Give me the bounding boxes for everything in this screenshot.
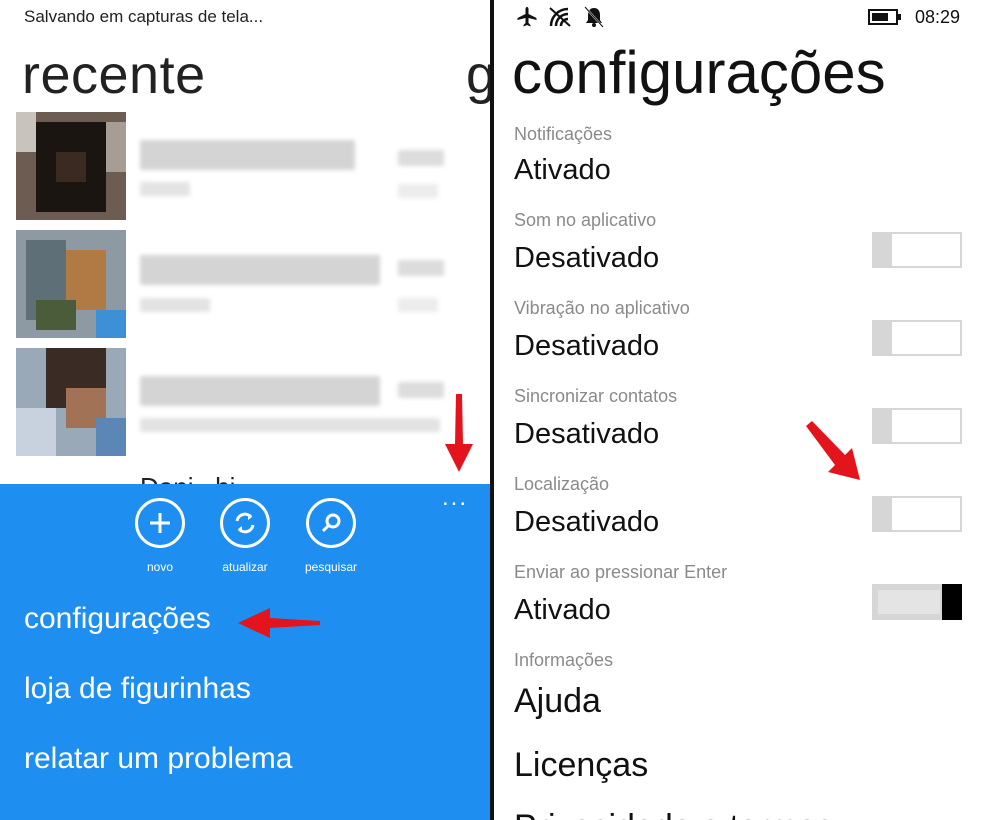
search-button[interactable]: pesquisar [291, 498, 371, 574]
setting-value-app-sound: Desativado [514, 242, 660, 274]
app-bar: ... novo atualizar pesquisar configuraçõ… [0, 484, 490, 820]
status-bar: 08:29 [494, 0, 984, 34]
new-button[interactable]: novo [120, 498, 200, 574]
setting-label-sync-contacts: Sincronizar contatos [514, 386, 678, 406]
enter-to-send-toggle[interactable] [872, 584, 962, 620]
clock: 08:29 [914, 7, 960, 27]
chat-row[interactable] [0, 112, 490, 230]
toggle-thumb [872, 408, 892, 444]
location-toggle[interactable] [872, 496, 962, 532]
setting-value-app-vibration: Desativado [514, 330, 660, 362]
menu-item-sticker-store[interactable]: loja de figurinhas [24, 672, 251, 706]
toggle-fill [878, 590, 940, 614]
licenses-link[interactable]: Licenças [514, 746, 648, 785]
annotation-arrow-diagonal-icon [806, 421, 860, 480]
setting-value-sync-contacts: Desativado [514, 418, 660, 450]
setting-value-enter-to-send: Ativado [514, 594, 611, 626]
page-title[interactable]: recente [22, 44, 206, 106]
annotation-arrow-down-icon [445, 394, 473, 472]
avatar [16, 230, 126, 338]
more-options-button[interactable]: ... [442, 486, 468, 510]
setting-label-notifications: Notificações [514, 124, 613, 144]
setting-label-app-vibration: Vibração no aplicativo [514, 298, 690, 318]
setting-value-location: Desativado [514, 506, 660, 538]
wifi-icon [549, 7, 571, 27]
toggle-thumb [872, 232, 892, 268]
help-link[interactable]: Ajuda [514, 682, 601, 721]
right-screen: 08:29 configurações Notificações Ativado… [494, 0, 984, 820]
refresh-icon [220, 498, 270, 548]
menu-item-report-problem[interactable]: relatar um problema [24, 742, 292, 776]
sync-contacts-toggle[interactable] [872, 408, 962, 444]
status-message: Salvando em capturas de tela... [24, 7, 264, 26]
plus-icon [135, 498, 185, 548]
bell-silent-icon [584, 6, 604, 28]
chat-list [0, 112, 490, 466]
setting-label-enter-to-send: Enviar ao pressionar Enter [514, 562, 728, 582]
search-icon [306, 498, 356, 548]
avatar [16, 348, 126, 456]
annotation-arrow-left-icon [238, 608, 320, 638]
avatar [16, 112, 126, 220]
section-label-info: Informações [514, 650, 614, 670]
setting-value-notifications[interactable]: Ativado [514, 154, 611, 187]
new-button-label: novo [146, 560, 174, 574]
privacy-terms-link[interactable]: Privacidade e termos [514, 808, 833, 820]
app-vibration-toggle[interactable] [872, 320, 962, 356]
menu-item-settings[interactable]: configurações [24, 602, 211, 636]
refresh-button-label: atualizar [222, 560, 268, 574]
airplane-mode-icon [517, 7, 537, 27]
setting-label-location: Localização [514, 474, 610, 494]
battery-icon [868, 9, 901, 25]
refresh-button[interactable]: atualizar [205, 498, 285, 574]
page-title: configurações [512, 39, 886, 106]
toggle-thumb [872, 496, 892, 532]
left-screen: Salvando em capturas de tela... recente … [0, 0, 490, 820]
toggle-thumb [942, 584, 962, 620]
next-pivot-peek[interactable]: g [466, 44, 490, 106]
chat-row[interactable] [0, 348, 490, 466]
setting-label-app-sound: Som no aplicativo [514, 210, 657, 230]
chat-row[interactable] [0, 230, 490, 348]
app-sound-toggle[interactable] [872, 232, 962, 268]
search-button-label: pesquisar [304, 560, 358, 574]
toggle-thumb [872, 320, 892, 356]
